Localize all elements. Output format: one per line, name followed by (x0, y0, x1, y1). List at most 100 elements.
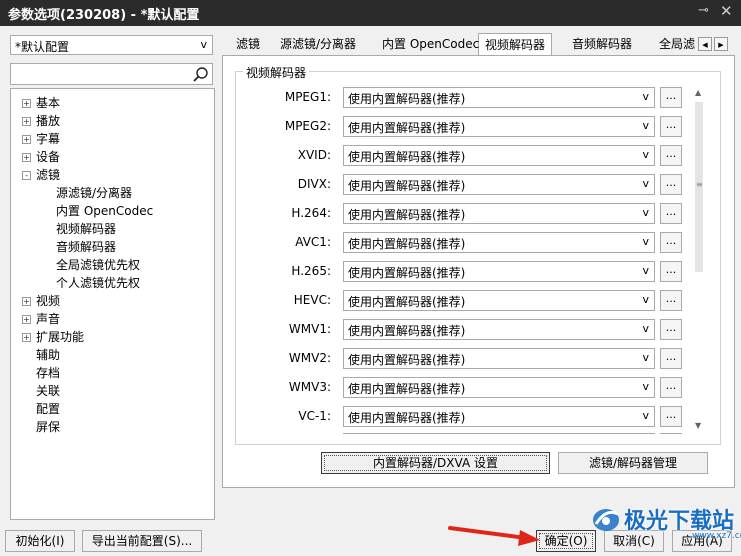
decoder-select-value: 使用内置解码器(推荐) (348, 411, 466, 425)
tree-item[interactable]: 源滤镜/分离器 (56, 184, 132, 202)
tree-item[interactable]: 扩展功能 (36, 328, 84, 346)
decoder-label: WMV1: (288, 322, 331, 336)
tree-item[interactable]: 声音 (36, 310, 60, 328)
decoder-options-partial (660, 433, 682, 436)
chevron-down-icon: v (642, 322, 649, 335)
close-icon[interactable]: ✕ (720, 2, 733, 20)
decoder-select-value: 使用内置解码器(推荐) (348, 353, 466, 367)
tab-item[interactable]: 滤镜 (236, 35, 260, 54)
export-config-button[interactable]: 导出当前配置(S)... (82, 530, 202, 552)
tree-expander-icon[interactable]: + (22, 333, 31, 342)
decoder-select[interactable]: 使用内置解码器(推荐) v (343, 406, 655, 427)
chevron-down-icon: v (642, 264, 649, 277)
decoder-select[interactable]: 使用内置解码器(推荐) v (343, 261, 655, 282)
tab-item[interactable]: 音频解码器 (572, 35, 632, 54)
tree-expander-icon[interactable]: + (22, 135, 31, 144)
decoder-options-button[interactable]: ... (660, 261, 682, 282)
tree-item[interactable]: 基本 (36, 94, 60, 112)
decoder-select[interactable]: 使用内置解码器(推荐) v (343, 232, 655, 253)
decoder-select[interactable]: 使用内置解码器(推荐) v (343, 203, 655, 224)
decoder-label: MPEG1: (284, 90, 331, 104)
profile-select[interactable]: *默认配置 v (10, 35, 213, 55)
decoder-options-button[interactable]: ... (660, 174, 682, 195)
tree-expander-icon[interactable]: + (22, 315, 31, 324)
watermark-logo-icon (593, 509, 619, 531)
tree-item[interactable]: 内置 OpenCodec (56, 202, 153, 220)
pin-icon[interactable]: ⊸ (698, 3, 709, 18)
decoder-select[interactable]: 使用内置解码器(推荐) v (343, 87, 655, 108)
tree-expander-icon[interactable]: + (22, 153, 31, 162)
chevron-down-icon: v (200, 38, 207, 51)
group-title: 视频解码器 (243, 64, 310, 81)
decoder-options-button[interactable]: ... (660, 145, 682, 166)
tree-item[interactable]: 视频 (36, 292, 60, 310)
tree-item[interactable]: 配置 (36, 400, 60, 418)
tree-item[interactable]: 个人滤镜优先权 (56, 274, 140, 292)
decoder-select[interactable]: 使用内置解码器(推荐) v (343, 319, 655, 340)
decoder-select-value: 使用内置解码器(推荐) (348, 150, 466, 164)
decoder-options-button[interactable]: ... (660, 319, 682, 340)
tree-expander-icon[interactable]: + (22, 99, 31, 108)
chevron-down-icon: v (642, 409, 649, 422)
tree-expander-icon[interactable]: + (22, 297, 31, 306)
decoder-select-value: 使用内置解码器(推荐) (348, 324, 466, 338)
search-icon[interactable] (192, 66, 210, 82)
tree-expander-icon[interactable]: + (22, 117, 31, 126)
tree-item[interactable]: 存档 (36, 364, 60, 382)
decoder-options-button[interactable]: ... (660, 290, 682, 311)
tree-item[interactable]: 设备 (36, 148, 60, 166)
tree-item[interactable]: 滤镜 (36, 166, 60, 184)
tree-item[interactable]: 关联 (36, 382, 60, 400)
decoder-options-button[interactable]: ... (660, 232, 682, 253)
settings-tree[interactable]: + 基本 + 播放 + 字幕 + 设备 - 滤镜 源滤镜/分离器 内置 OpenCodec 视频解码器音… (10, 88, 215, 520)
decoder-label: H.264: (291, 206, 331, 220)
decoder-options-button[interactable]: ... (660, 87, 682, 108)
decoder-label: VC-1: (298, 409, 331, 423)
chevron-down-icon: v (642, 206, 649, 219)
decoder-options-button[interactable]: ... (660, 377, 682, 398)
chevron-down-icon: v (642, 380, 649, 393)
filter-manager-button[interactable]: 滤镜/解码器管理 (558, 452, 708, 474)
scrollbar[interactable]: ▲ ≡ ▼ (693, 88, 705, 433)
decoder-select[interactable]: 使用内置解码器(推荐) v (343, 377, 655, 398)
decoder-options-button[interactable]: ... (660, 203, 682, 224)
decoder-select[interactable]: 使用内置解码器(推荐) v (343, 145, 655, 166)
tree-item[interactable]: 音频解码器 (56, 238, 116, 256)
decoder-label: WMV2: (288, 351, 331, 365)
tree-item[interactable]: 播放 (36, 112, 60, 130)
tab-scroll-right-icon[interactable]: ▶ (714, 37, 728, 51)
decoder-select-value: 使用内置解码器(推荐) (348, 179, 466, 193)
tab-item[interactable]: 全局滤 (659, 35, 695, 54)
decoder-select[interactable]: 使用内置解码器(推荐) v (343, 290, 655, 311)
decoder-select-value: 使用内置解码器(推荐) (348, 295, 466, 309)
search-input[interactable] (10, 63, 213, 85)
tab-bar: 全局滤 音频解码器 视频解码器 内置 OpenCodec 源滤镜/分离器 滤镜 ◀ ▶ (228, 33, 735, 55)
tab-item[interactable]: 内置 OpenCodec (382, 35, 479, 54)
tree-item[interactable]: 视频解码器 (56, 220, 116, 238)
decoder-options-button[interactable]: ... (660, 348, 682, 369)
decoder-options-button[interactable]: ... (660, 116, 682, 137)
scroll-up-icon[interactable]: ▲ (695, 88, 701, 97)
scroll-down-icon[interactable]: ▼ (695, 421, 701, 430)
chevron-down-icon: v (642, 119, 649, 132)
tree-item[interactable]: 字幕 (36, 130, 60, 148)
decoder-select-value: 使用内置解码器(推荐) (348, 92, 466, 106)
tree-item[interactable]: 辅助 (36, 346, 60, 364)
arrow-icon (448, 526, 540, 546)
tab-scroll-left-icon[interactable]: ◀ (698, 37, 712, 51)
decoder-label: H.265: (291, 264, 331, 278)
decoder-select[interactable]: 使用内置解码器(推荐) v (343, 174, 655, 195)
decoder-select-value: 使用内置解码器(推荐) (348, 266, 466, 280)
tab-item[interactable]: 视频解码器 (478, 33, 553, 55)
tab-item[interactable]: 源滤镜/分离器 (280, 35, 356, 54)
decoder-select[interactable]: 使用内置解码器(推荐) v (343, 116, 655, 137)
decoder-select[interactable]: 使用内置解码器(推荐) v (343, 348, 655, 369)
init-button[interactable]: 初始化(I) (5, 530, 75, 552)
watermark: 极光下载站 www.xz7.com (584, 500, 741, 556)
dxva-settings-button[interactable]: 内置解码器/DXVA 设置 (321, 452, 550, 474)
decoder-options-button[interactable]: ... (660, 406, 682, 427)
tree-item[interactable]: 屏保 (36, 418, 60, 436)
tree-item[interactable]: 全局滤镜优先权 (56, 256, 140, 274)
tree-expander-icon[interactable]: - (22, 171, 31, 180)
decoder-label: MPEG2: (284, 119, 331, 133)
